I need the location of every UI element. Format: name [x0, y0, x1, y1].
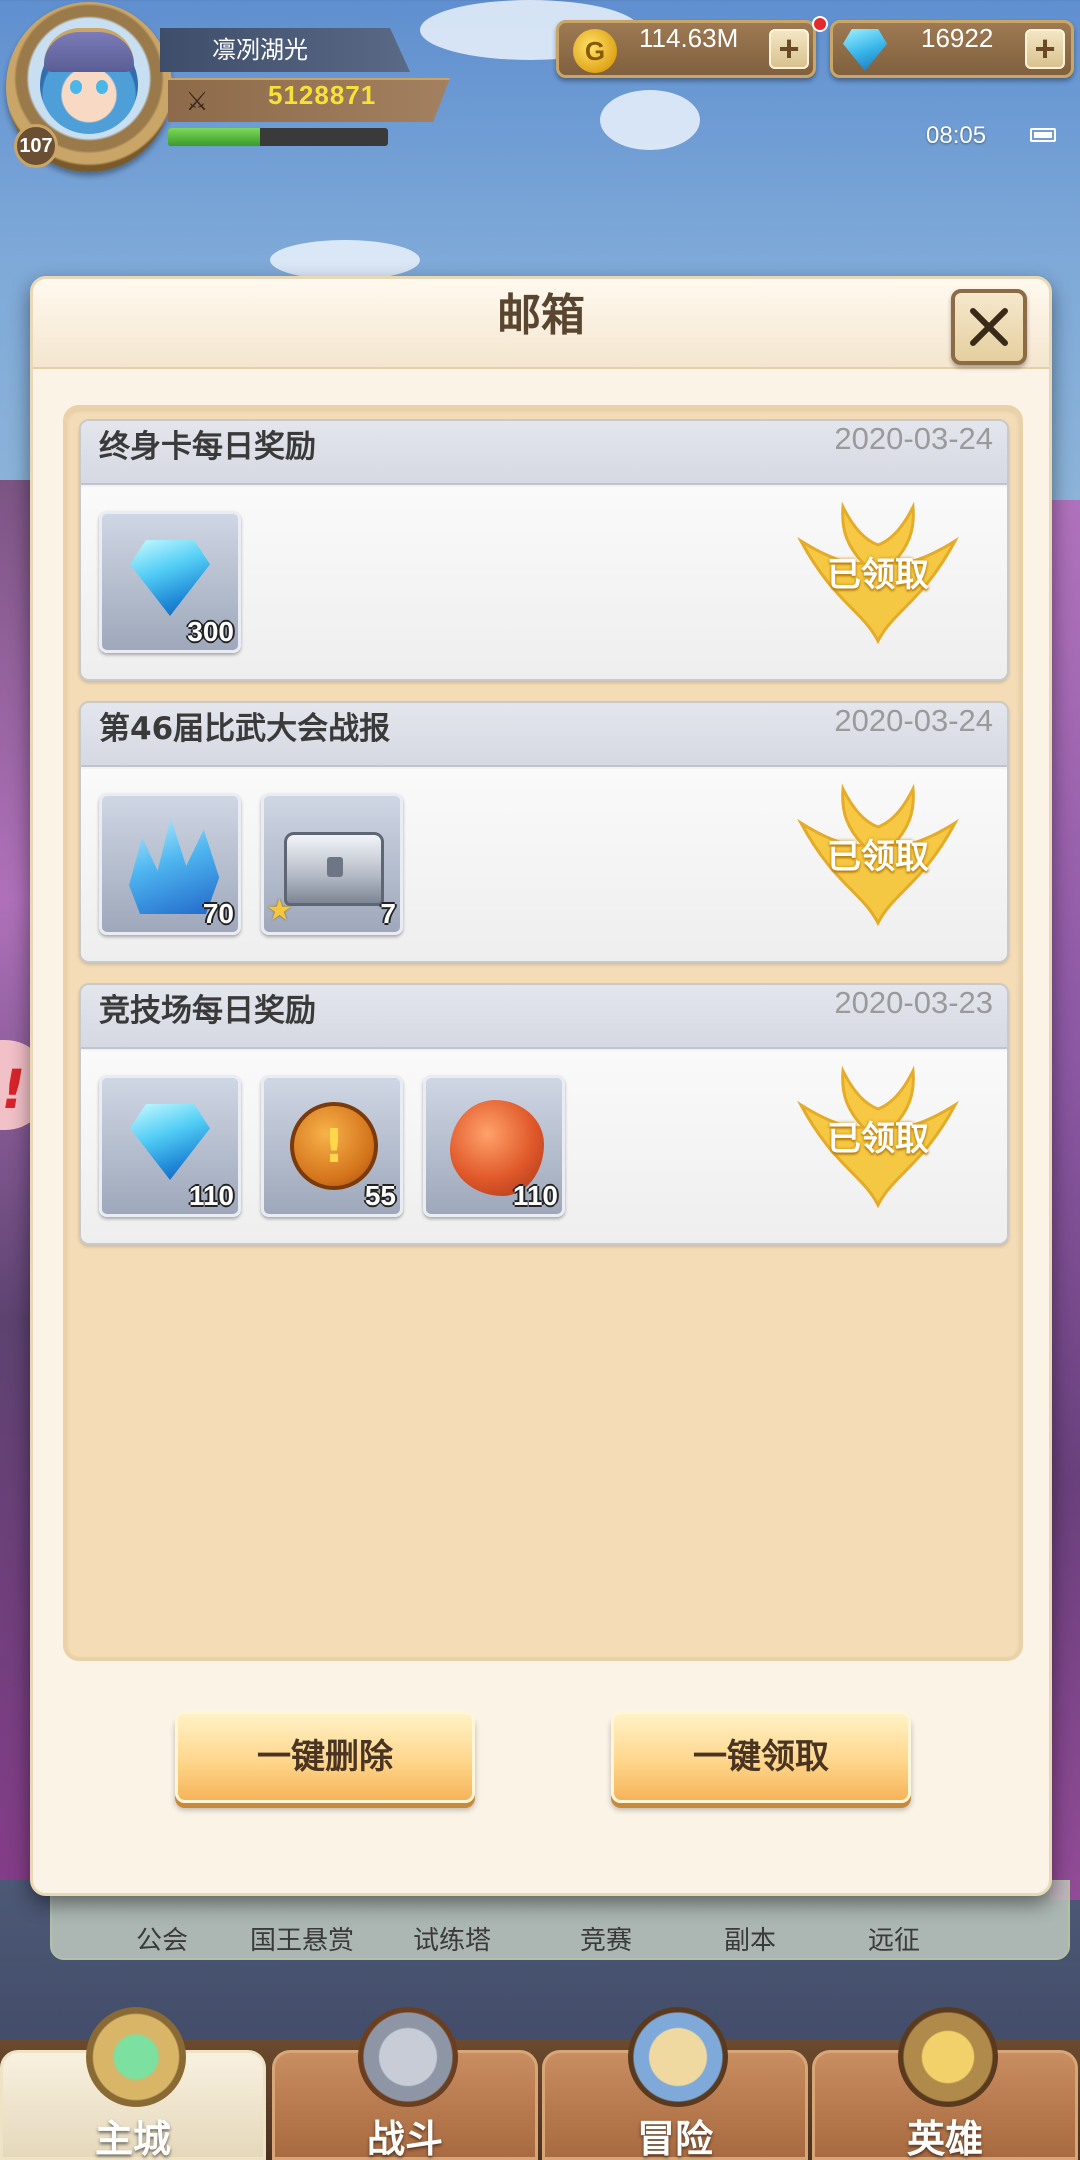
avatar-helmet [44, 28, 134, 72]
claimed-stamp: 已领取 [793, 783, 963, 933]
combat-power-plate: ⚔ 5128871 [168, 78, 450, 122]
mail-header: 第46届比武大会战报 2020-03-24 [81, 703, 1007, 767]
claimed-stamp: 已领取 [793, 1065, 963, 1215]
mail-body: 300 已领取 [81, 487, 1007, 679]
reward-item[interactable]: 110 [99, 1075, 241, 1217]
close-x-icon [970, 308, 1008, 346]
reward-item[interactable]: 300 [99, 511, 241, 653]
item-quantity: 70 [202, 898, 234, 929]
item-quantity: 110 [512, 1180, 558, 1211]
mail-list: 终身卡每日奖励 2020-03-24 300 已领取 第46届比武大会战报 20… [63, 405, 1023, 1661]
silver-chest-icon [284, 832, 384, 906]
notification-dot [812, 16, 828, 32]
add-gems-button[interactable]: + [1025, 29, 1065, 69]
claimed-label: 已领取 [827, 837, 929, 877]
claimed-label: 已领取 [827, 1119, 929, 1159]
diamond-icon [843, 29, 887, 71]
menu-dungeon[interactable]: 副本 [680, 1920, 820, 1957]
mail-item[interactable]: 第46届比武大会战报 2020-03-24 70 ★ 7 已领取 [79, 701, 1009, 963]
item-quantity: 7 [380, 898, 396, 929]
crossed-swords-icon [358, 2007, 458, 2107]
star-icon: ★ [266, 893, 293, 928]
dialog-header: 邮箱 [33, 279, 1049, 369]
portal-icon [86, 2007, 186, 2107]
tab-main-city[interactable]: 主城 [0, 2007, 266, 2160]
gem-value: 16922 [921, 23, 994, 53]
menu-trial-tower[interactable]: 试练塔 [382, 1920, 522, 1957]
mailbox-dialog: 邮箱 终身卡每日奖励 2020-03-24 300 已领取 第46届比武大会战报… [30, 276, 1052, 1896]
mail-item[interactable]: 终身卡每日奖励 2020-03-24 300 已领取 [79, 419, 1009, 681]
gold-value: 114.63M [639, 23, 739, 53]
battery-icon [1030, 128, 1056, 142]
player-name: 凛冽湖光 [160, 28, 410, 72]
item-quantity: 300 [187, 616, 234, 647]
gold-counter: G 114.63M + [556, 20, 816, 78]
menu-guild[interactable]: 公会 [92, 1920, 232, 1957]
hero-emblem-icon [898, 2007, 998, 2107]
mail-title: 终身卡每日奖励 [99, 429, 316, 465]
reward-item[interactable]: 110 [423, 1075, 565, 1217]
tab-battle[interactable]: 战斗 [272, 2007, 538, 2160]
tab-label: 英雄 [906, 2117, 983, 2160]
tab-label: 战斗 [366, 2117, 443, 2160]
menu-expedition[interactable]: 远征 [824, 1920, 964, 1957]
reward-item[interactable]: ★ 7 [261, 793, 403, 935]
tab-label: 冒险 [636, 2117, 713, 2160]
mail-date: 2020-03-24 [834, 421, 993, 456]
gold-coin-icon: G [573, 29, 617, 73]
mail-title: 竞技场每日奖励 [99, 993, 316, 1029]
experience-bar [168, 128, 388, 146]
tab-adventure[interactable]: 冒险 [542, 2007, 808, 2160]
claim-all-button[interactable]: 一键领取 [611, 1711, 911, 1803]
reward-item[interactable]: ! 55 [261, 1075, 403, 1217]
mail-date: 2020-03-23 [834, 985, 993, 1020]
reward-item[interactable]: 70 [99, 793, 241, 935]
close-button[interactable] [951, 289, 1027, 365]
background-cloud [600, 90, 700, 150]
gem-counter: 16922 + [830, 20, 1074, 78]
item-quantity: 110 [188, 1180, 234, 1211]
mail-header: 竞技场每日奖励 2020-03-23 [81, 985, 1007, 1049]
add-gold-button[interactable]: + [769, 29, 809, 69]
dialog-title: 邮箱 [497, 290, 585, 341]
diamond-icon [130, 1104, 210, 1180]
mail-body: 70 ★ 7 已领取 [81, 769, 1007, 961]
combat-power-value: 5128871 [268, 80, 377, 110]
claimed-stamp: 已领取 [793, 501, 963, 651]
mail-date: 2020-03-24 [834, 703, 993, 738]
player-level-badge: 107 [14, 124, 58, 168]
tab-label: 主城 [94, 2117, 171, 2160]
tab-heroes[interactable]: 英雄 [812, 2007, 1078, 2160]
background-right-art [1050, 500, 1080, 1900]
status-time: 08:05 [926, 122, 987, 149]
map-scroll-icon [628, 2007, 728, 2107]
delete-all-button[interactable]: 一键删除 [175, 1711, 475, 1803]
menu-contest[interactable]: 竞赛 [536, 1920, 676, 1957]
experience-fill [168, 128, 261, 146]
background-cloud [270, 240, 420, 280]
mail-title: 第46届比武大会战报 [99, 711, 391, 747]
mail-header: 终身卡每日奖励 2020-03-24 [81, 421, 1007, 485]
mail-body: 110 ! 55 110 已领取 [81, 1051, 1007, 1243]
claimed-label: 已领取 [827, 555, 929, 595]
bronze-coin-icon: ! [290, 1102, 378, 1190]
mail-item[interactable]: 竞技场每日奖励 2020-03-23 110 ! 55 110 已领取 [79, 983, 1009, 1245]
diamond-icon [130, 540, 210, 616]
item-quantity: 55 [364, 1180, 396, 1211]
menu-king-bounty[interactable]: 国王悬赏 [232, 1920, 372, 1957]
crossed-swords-icon: ⚔ [185, 87, 209, 117]
